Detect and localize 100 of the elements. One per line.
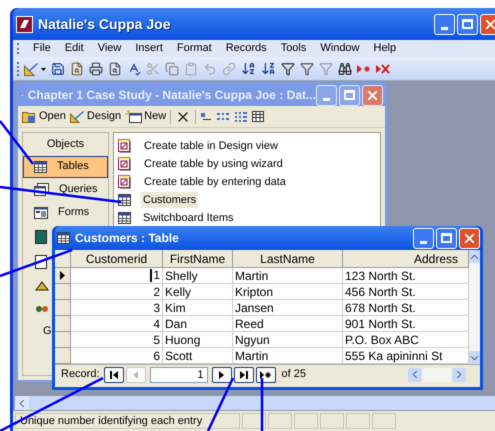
printer-icon[interactable] xyxy=(89,62,103,76)
shortcut-icon xyxy=(118,156,132,172)
table-cell[interactable]: 5 xyxy=(71,332,163,348)
filter-form-icon[interactable] xyxy=(300,62,314,76)
table-cell[interactable]: Ngyun xyxy=(233,332,343,348)
save-icon[interactable] xyxy=(51,62,65,76)
table-cell[interactable]: 555 Ka apininni St xyxy=(343,348,469,364)
record-number-field[interactable]: 1 xyxy=(150,366,208,382)
record-label: Record: xyxy=(61,367,100,382)
object-list-item[interactable]: Switchboard Items xyxy=(141,210,236,226)
shortcut-icon xyxy=(118,174,132,190)
delete-record-icon[interactable] xyxy=(376,64,390,74)
last-record-button[interactable] xyxy=(234,366,254,382)
menu-item[interactable]: View xyxy=(92,40,128,57)
table-cell[interactable]: Kelly xyxy=(163,284,233,300)
table-cell[interactable]: Martin xyxy=(233,348,343,364)
next-record-button[interactable] xyxy=(212,366,232,382)
table-icon xyxy=(118,194,131,206)
filter-icon[interactable] xyxy=(281,62,295,76)
file-search-icon[interactable] xyxy=(70,62,84,76)
query-icon xyxy=(34,183,49,196)
status-bar-panel xyxy=(372,413,396,429)
menu-item[interactable]: Tools xyxy=(274,40,312,57)
status-bar-panel xyxy=(294,413,318,429)
object-item[interactable]: Queries xyxy=(23,178,108,200)
toolbar-button[interactable]: Design xyxy=(70,108,122,125)
workspace-scrollbar[interactable] xyxy=(15,396,495,410)
status-bar-panel xyxy=(268,413,292,429)
menu-item[interactable]: Records xyxy=(220,40,273,57)
spelling-icon[interactable] xyxy=(127,62,141,76)
find-icon[interactable] xyxy=(338,62,352,76)
object-list-item[interactable]: Create table by using wizard xyxy=(142,156,285,172)
objects-header: Objects xyxy=(46,137,86,152)
next-record-icon xyxy=(219,370,224,378)
table-cell[interactable]: 1 xyxy=(71,268,163,284)
table-cell[interactable]: 3 xyxy=(71,300,163,316)
column-header[interactable]: FirstName xyxy=(163,250,233,268)
apply-filter-icon[interactable] xyxy=(319,62,333,76)
vertical-scrollbar[interactable] xyxy=(469,250,480,364)
new-record-icon[interactable] xyxy=(357,64,371,74)
new-record-button[interactable] xyxy=(256,366,276,382)
table-cell[interactable]: Kripton xyxy=(233,284,343,300)
copy-icon[interactable] xyxy=(165,62,179,76)
menu-item[interactable]: Insert xyxy=(129,40,169,57)
object-item[interactable]: Forms xyxy=(23,202,108,224)
menu-item[interactable]: Edit xyxy=(58,40,90,57)
menu-item[interactable]: Window xyxy=(314,40,366,57)
leader-line xyxy=(0,120,34,165)
table-cell[interactable]: Martin xyxy=(233,268,343,284)
sort-ascending-icon[interactable] xyxy=(241,61,256,76)
table-cell[interactable]: Jansen xyxy=(233,300,343,316)
window-title: Natalie's Cuppa Joe xyxy=(38,14,170,34)
new-record-icon xyxy=(260,370,272,378)
record-selector[interactable] xyxy=(55,268,71,284)
menu-item[interactable]: Format xyxy=(170,40,218,57)
column-header[interactable]: LastName xyxy=(233,250,343,268)
horizontal-scrollbar[interactable] xyxy=(408,368,466,382)
window-title: Chapter 1 Case Study - Natalie's Cuppa Joe : Dat... xyxy=(28,87,316,104)
table-icon xyxy=(57,232,70,244)
table-cell[interactable]: Shelly xyxy=(163,268,233,284)
table-cell[interactable]: 4 xyxy=(71,316,163,332)
table-cell[interactable]: 2 xyxy=(71,284,163,300)
table-cell[interactable]: Kim xyxy=(163,300,233,316)
table-cell[interactable]: Huong xyxy=(163,332,233,348)
large-icons-icon[interactable] xyxy=(200,112,212,122)
ruler-pencil-icon xyxy=(70,110,85,123)
print-preview-icon[interactable] xyxy=(108,62,122,76)
table-cell[interactable]: Scott xyxy=(163,348,233,364)
menu-item[interactable]: File xyxy=(27,40,57,57)
menu-item[interactable]: Help xyxy=(368,40,402,57)
app-icon xyxy=(16,16,33,32)
close-button[interactable] xyxy=(362,84,383,106)
scroll-down-icon xyxy=(471,356,478,360)
design-view-icon[interactable] xyxy=(24,62,46,76)
object-list-item[interactable]: Create table by entering data xyxy=(142,174,288,190)
toolbar-button[interactable]: Open xyxy=(22,108,66,125)
report-icon xyxy=(35,230,47,244)
toolbar-button[interactable]: New xyxy=(125,108,166,125)
macro-icon xyxy=(35,280,49,292)
minimize-button[interactable] xyxy=(316,84,337,106)
object-list-item[interactable]: Customers xyxy=(141,192,198,208)
folder-icon xyxy=(22,110,37,123)
small-icons-icon[interactable] xyxy=(216,112,230,122)
details-icon[interactable] xyxy=(252,111,264,122)
list-icon[interactable] xyxy=(234,112,248,122)
object-list-item[interactable]: Create table in Design view xyxy=(142,138,280,154)
first-record-button[interactable] xyxy=(104,366,124,382)
window-title: Customers : Table xyxy=(75,230,179,247)
leader-line xyxy=(206,377,234,431)
table-cell[interactable]: 6 xyxy=(71,348,163,364)
object-item[interactable]: Tables xyxy=(23,156,108,178)
table-cell[interactable]: Dan xyxy=(163,316,233,332)
groups-label[interactable]: G xyxy=(43,322,52,339)
maximize-button[interactable] xyxy=(339,84,360,106)
shortcut-icon xyxy=(118,138,132,154)
scroll-left-icon xyxy=(413,371,417,378)
current-record-icon xyxy=(60,271,65,280)
table-cell[interactable]: Reed xyxy=(233,316,343,332)
column-header[interactable]: Customerid xyxy=(71,250,163,268)
sort-descending-icon[interactable] xyxy=(261,61,276,76)
